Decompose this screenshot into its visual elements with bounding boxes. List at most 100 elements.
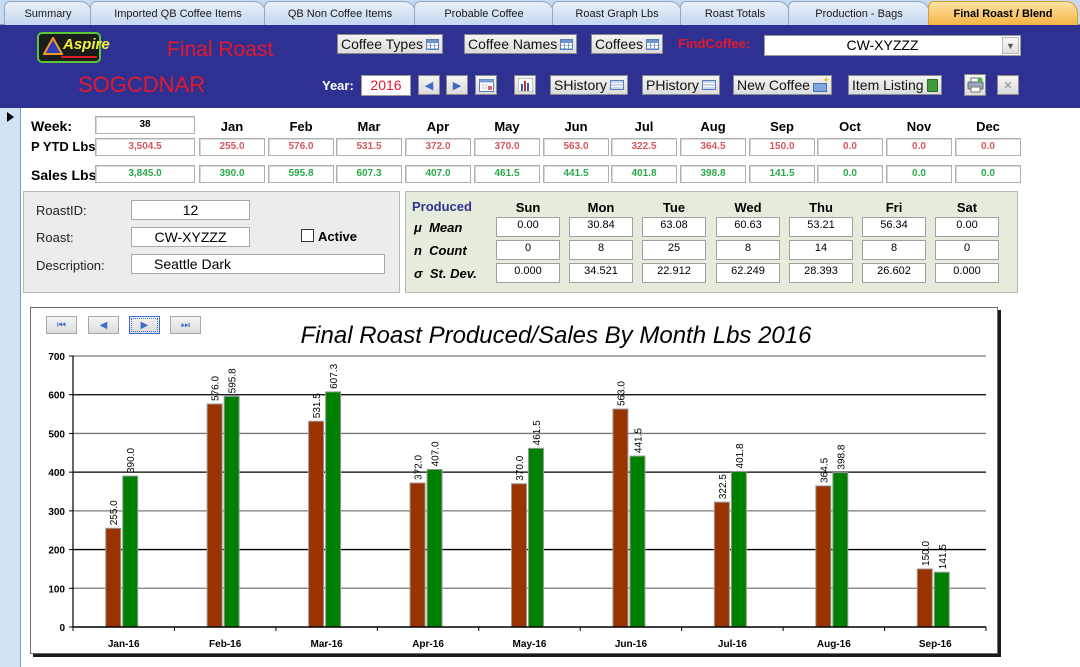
mean-value: 60.63 <box>716 217 780 237</box>
sales-month-value: 607.3 <box>336 165 402 183</box>
coffees-button[interactable]: Coffees <box>591 34 663 54</box>
datasheet-icon <box>425 38 439 50</box>
data-label-produced: 576.0 <box>211 376 222 401</box>
roast-id-field[interactable]: 12 <box>131 200 250 220</box>
calendar-button[interactable] <box>475 75 497 95</box>
phistory-button[interactable]: PHistory <box>642 75 720 95</box>
coffee-names-label: Coffee Names <box>468 36 558 52</box>
y-tick-label: 300 <box>48 507 65 518</box>
find-coffee-label: FindCoffee: <box>678 36 751 51</box>
chart-button[interactable] <box>514 75 536 95</box>
data-label-sales: 398.8 <box>836 444 847 469</box>
data-label-produced: 370.0 <box>515 455 526 480</box>
form-subtitle: SOGCDNAR <box>78 72 206 97</box>
tab-final-roast-blend[interactable]: Final Roast / Blend <box>928 1 1078 25</box>
calendar-icon <box>478 79 494 92</box>
tab-production-bags[interactable]: Production - Bags <box>788 1 930 25</box>
stdev-value: 34.521 <box>569 263 633 283</box>
description-label: Description: <box>36 258 105 273</box>
tab-roast-graph-lbs[interactable]: Roast Graph Lbs <box>552 1 682 25</box>
month-header: Feb <box>289 119 313 134</box>
tab-bar: Summary Imported QB Coffee Items QB Non … <box>0 0 1080 25</box>
datasheet-icon <box>560 38 574 50</box>
form-icon <box>609 80 624 90</box>
month-header: Jan <box>220 119 244 134</box>
y-tick-label: 500 <box>48 429 65 440</box>
stdev-value: 22.912 <box>642 263 706 283</box>
roast-details-panel: RoastID: 12 Roast: CW-XYZZZ Active Descr… <box>23 191 400 293</box>
data-label-sales: 441.5 <box>633 428 644 453</box>
stdev-value: 62.249 <box>716 263 780 283</box>
arrow-left-icon: ◀ <box>424 78 434 92</box>
count-value: 0 <box>935 240 999 260</box>
month-header: Aug <box>700 119 726 134</box>
day-header: Tue <box>662 200 686 215</box>
sales-month-value: 390.0 <box>199 165 265 183</box>
sales-month-value: 0.0 <box>817 165 883 183</box>
record-selector[interactable] <box>0 108 21 667</box>
y-tick-label: 400 <box>48 468 65 479</box>
bar-produced <box>815 485 832 628</box>
week-field[interactable]: 38 <box>95 116 195 134</box>
y-tick-label: 600 <box>48 391 65 402</box>
roast-field[interactable]: CW-XYZZZ <box>131 227 250 247</box>
produced-month-value: 372.0 <box>405 138 471 156</box>
produced-month-value: 563.0 <box>543 138 609 156</box>
find-coffee-combobox[interactable]: CW-XYZZZ ▼ <box>764 35 1021 56</box>
shistory-button[interactable]: SHistory <box>550 75 628 95</box>
print-button[interactable] <box>964 74 986 96</box>
month-header: May <box>494 119 520 134</box>
data-label-sales: 407.0 <box>431 441 442 466</box>
coffee-types-button[interactable]: Coffee Types <box>337 34 443 54</box>
previous-year-button[interactable]: ◀ <box>418 75 440 95</box>
x-tick-label: Apr-16 <box>412 639 444 650</box>
y-tick-label: 200 <box>48 546 65 557</box>
data-label-sales: 461.5 <box>532 420 543 445</box>
active-checkbox[interactable] <box>301 229 314 242</box>
current-record-arrow-icon <box>7 112 14 122</box>
x-tick-label: Mar-16 <box>310 639 343 650</box>
bar-sales <box>528 447 544 628</box>
tab-imported-qb-coffee-items[interactable]: Imported QB Coffee Items <box>90 1 266 25</box>
bar-produced <box>206 403 223 628</box>
description-field[interactable]: Seattle Dark <box>131 254 385 274</box>
tab-summary[interactable]: Summary <box>4 1 92 25</box>
count-value: 8 <box>862 240 926 260</box>
bar-produced <box>916 568 933 628</box>
year-input[interactable]: 2016 <box>361 75 411 96</box>
produced-month-value: 322.5 <box>611 138 677 156</box>
mean-value: 0.00 <box>935 217 999 237</box>
next-year-button[interactable]: ▶ <box>446 75 468 95</box>
tab-qb-non-coffee-items[interactable]: QB Non Coffee Items <box>264 1 416 25</box>
stdev-value: 0.000 <box>496 263 560 283</box>
day-header: Sat <box>956 200 978 215</box>
roast-label: Roast: <box>36 230 74 245</box>
item-listing-button[interactable]: Item Listing <box>848 75 942 95</box>
data-label-produced: 364.5 <box>819 457 830 482</box>
aspire-logo: Aspire <box>37 32 110 63</box>
bar-sales <box>629 455 646 628</box>
day-header: Fri <box>885 200 903 215</box>
x-tick-label: Jul-16 <box>718 639 747 650</box>
new-record-icon <box>812 75 830 92</box>
new-coffee-button[interactable]: New Coffee <box>733 75 832 95</box>
coffee-names-button[interactable]: Coffee Names <box>464 34 578 54</box>
x-tick-label: Feb-16 <box>209 639 242 650</box>
day-header: Sun <box>515 200 541 215</box>
data-label-produced: 531.5 <box>312 393 323 418</box>
data-label-sales: 401.8 <box>735 443 746 468</box>
y-tick-label: 700 <box>48 352 65 363</box>
close-form-button[interactable]: ✕ <box>997 75 1019 95</box>
item-listing-label: Item Listing <box>852 77 924 93</box>
sales-month-value: 407.0 <box>405 165 471 183</box>
chevron-down-icon[interactable]: ▼ <box>1002 37 1019 54</box>
x-tick-label: Jan-16 <box>108 639 140 650</box>
tab-probable-coffee[interactable]: Probable Coffee <box>414 1 554 25</box>
data-label-sales: 141.5 <box>938 544 949 569</box>
produced-month-value: 150.0 <box>749 138 815 156</box>
tab-roast-totals[interactable]: Roast Totals <box>680 1 790 25</box>
month-header: Nov <box>906 119 932 134</box>
form-header: Aspire Final Roast SOGCDNAR Coffee Types… <box>0 25 1080 108</box>
chart-canvas: Final Roast Produced/Sales By Month Lbs … <box>48 322 987 650</box>
produced-month-value: 0.0 <box>886 138 952 156</box>
